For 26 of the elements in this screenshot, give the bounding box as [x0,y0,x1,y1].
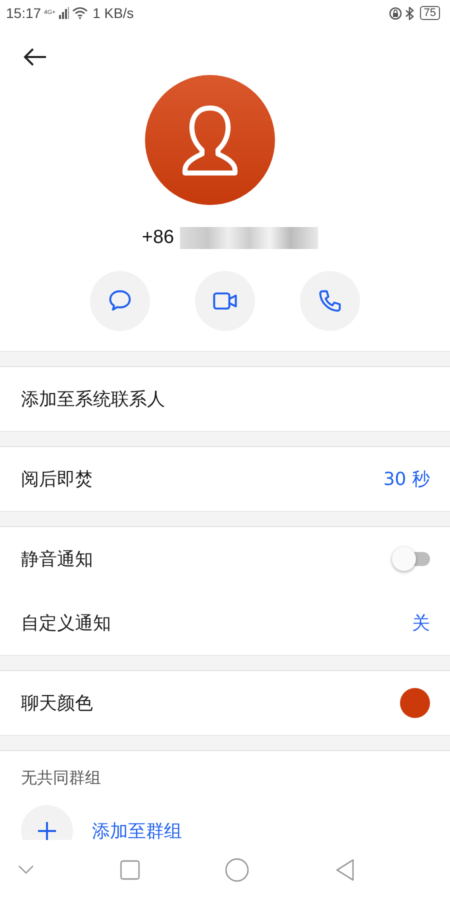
setting-value[interactable]: 关 [412,611,430,635]
wifi-icon [72,7,88,19]
back-icon[interactable] [23,47,47,67]
setting-value[interactable]: 30 秒 [383,467,430,491]
back-nav-icon[interactable] [334,859,355,881]
setting-label[interactable]: 聊天颜色 [21,691,93,715]
network-speed: 1 KB/s [92,5,134,21]
bluetooth-icon [404,6,414,20]
setting-label[interactable]: 阅后即焚 [21,467,93,491]
setting-label[interactable]: 自定义通知 [21,611,111,635]
collapse-icon[interactable] [18,865,34,875]
recents-icon[interactable] [120,860,140,880]
lock-icon [388,6,402,20]
add-to-group-link[interactable]: 添加至群组 [92,819,182,840]
avatar-icon [145,75,275,205]
section-header: 无共同群组 [20,767,102,789]
setting-label[interactable]: 添加至系统联系人 [21,387,165,411]
clock: 15:17 [6,5,42,21]
battery-level: 75 [420,6,440,20]
phone-number: +86 [142,227,174,249]
toggle-switch[interactable] [392,547,430,571]
color-swatch[interactable] [400,688,430,718]
setting-label[interactable]: 静音通知 [21,547,93,571]
phone-icon [317,288,343,314]
signal-icon [58,7,69,19]
home-icon[interactable] [225,858,250,882]
